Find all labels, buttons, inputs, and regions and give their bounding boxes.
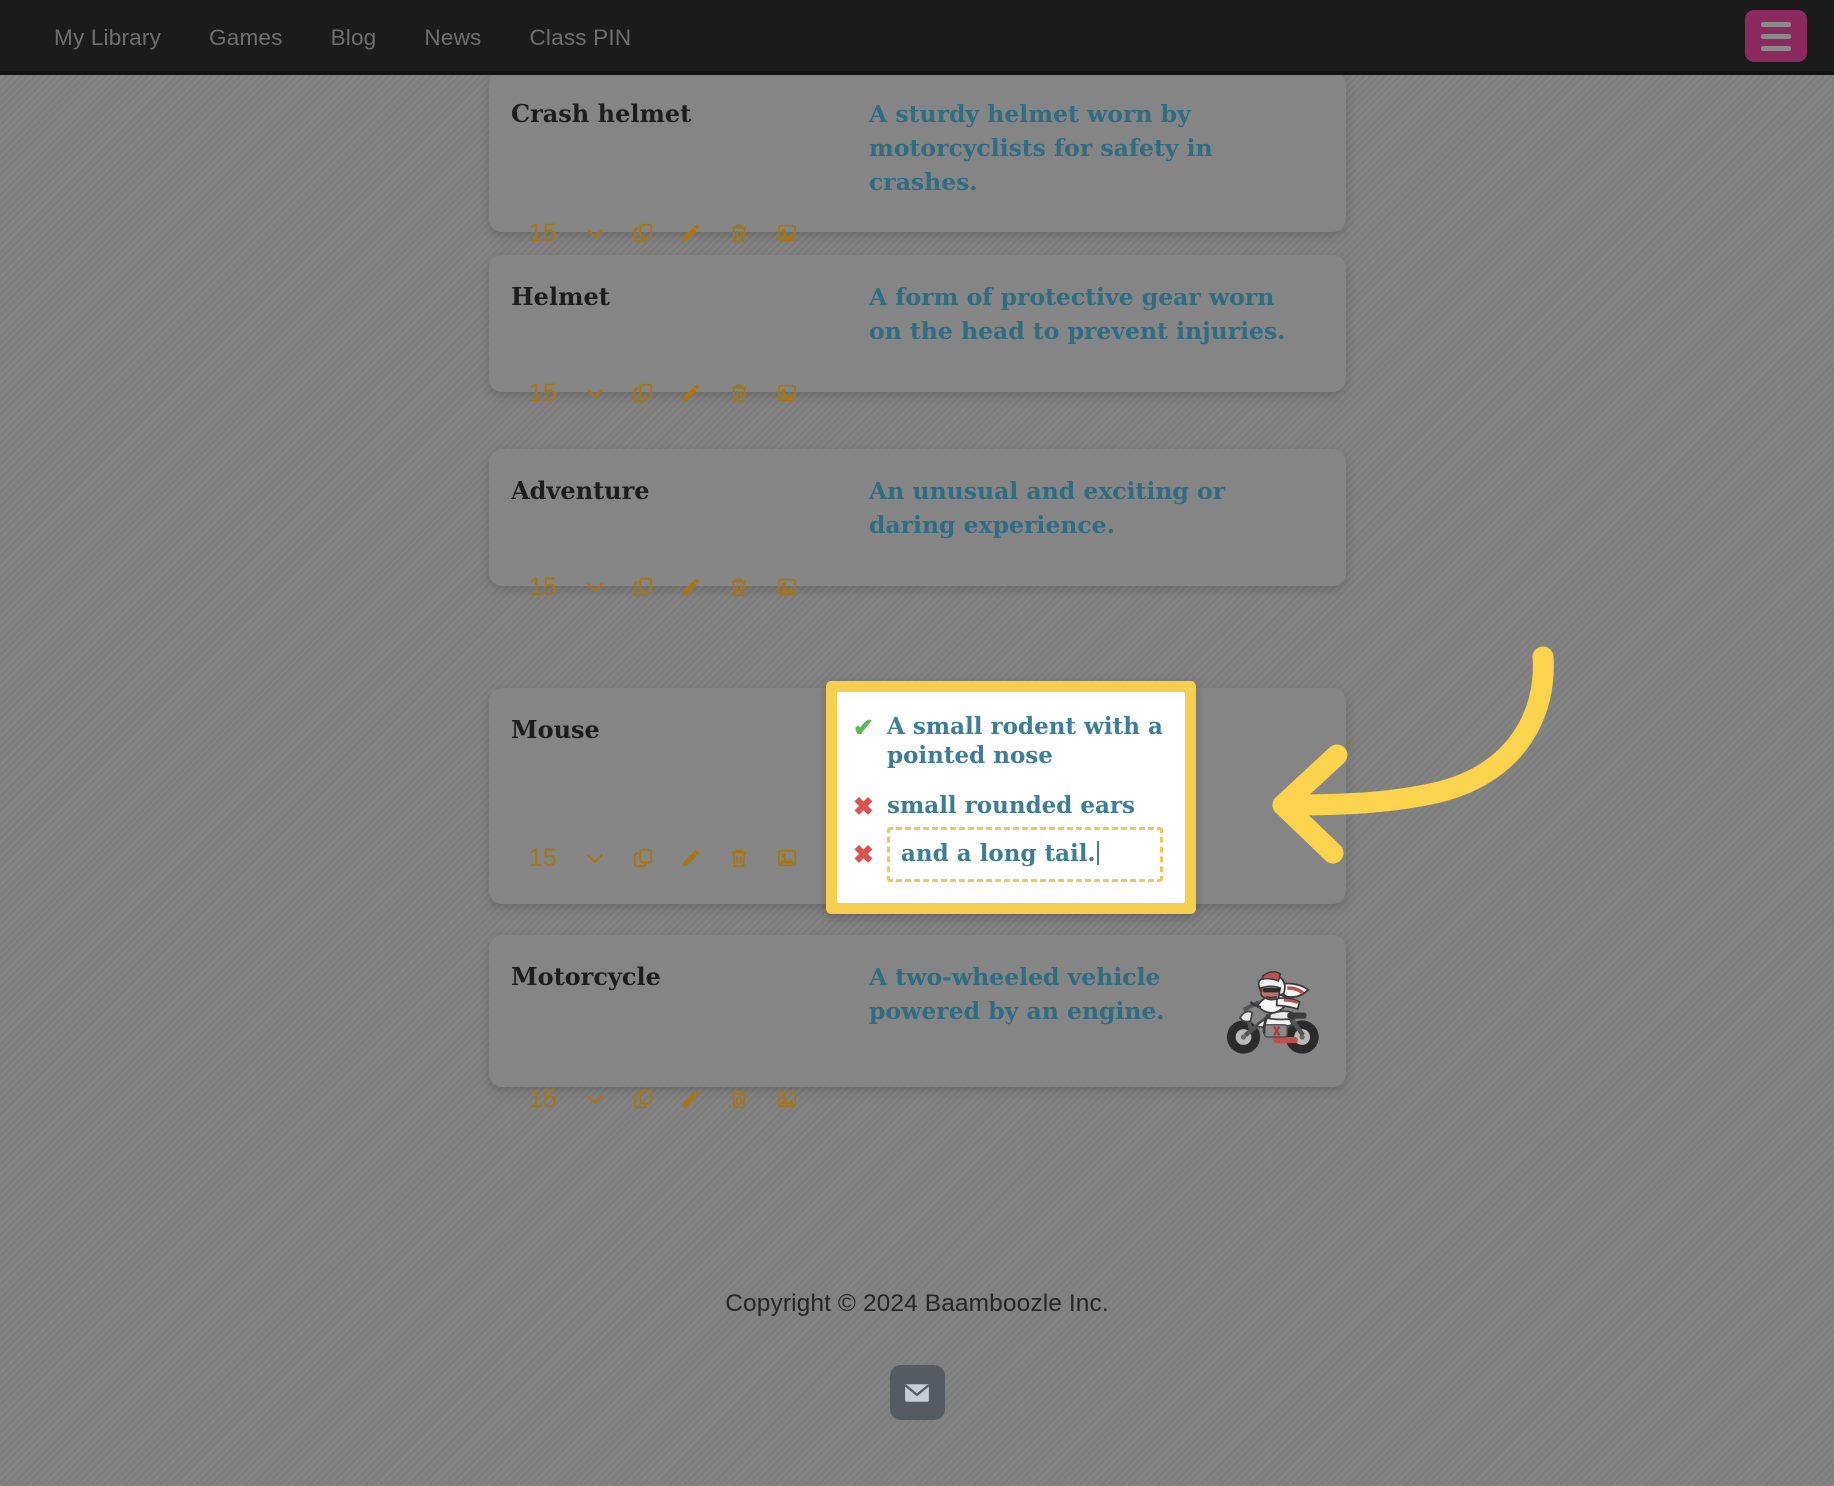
card-term: Helmet	[511, 282, 610, 311]
image-picture-icon[interactable]	[763, 567, 811, 607]
trash-delete-icon[interactable]	[715, 213, 763, 253]
pencil-edit-icon[interactable]	[667, 1079, 715, 1119]
points-count: 15	[529, 378, 557, 407]
definition-text-input[interactable]: and a long tail.	[887, 827, 1163, 882]
card-definition: A form of protective gear worn on the he…	[869, 283, 1286, 346]
top-navigation-bar: My Library Games Blog News Class PIN	[0, 0, 1834, 75]
definition-editor-popup[interactable]: ✔ A small rodent with a pointed nose ✖ s…	[826, 681, 1196, 914]
copy-icon[interactable]	[619, 373, 667, 413]
card-term: Motorcycle	[511, 962, 661, 991]
cross-mark-icon: ✖	[853, 792, 874, 821]
card-toolbar: 15	[489, 567, 1346, 629]
points-count: 15	[529, 572, 557, 601]
definition-editor-body: ✔ A small rodent with a pointed nose ✖ s…	[837, 692, 1185, 903]
image-picture-icon[interactable]	[763, 373, 811, 413]
image-picture-icon[interactable]	[763, 1079, 811, 1119]
copy-icon[interactable]	[619, 567, 667, 607]
hamburger-menu-icon	[1761, 33, 1791, 39]
card-definition: A sturdy helmet worn by motorcyclists fo…	[869, 100, 1213, 197]
main-nav-links: My Library Games Blog News Class PIN	[30, 15, 655, 61]
envelope-mail-icon	[905, 1383, 929, 1402]
nav-news[interactable]: News	[400, 15, 505, 61]
nav-my-library[interactable]: My Library	[30, 15, 185, 61]
nav-class-pin[interactable]: Class PIN	[505, 15, 655, 61]
page-footer: Copyright © 2024 Baamboozle Inc.	[0, 1290, 1834, 1420]
email-contact-button[interactable]	[889, 1365, 945, 1420]
pencil-edit-icon[interactable]	[667, 838, 715, 878]
table-row[interactable]: Crash helmet A sturdy helmet worn by mot…	[489, 72, 1346, 245]
table-row[interactable]: Helmet A form of protective gear worn on…	[489, 255, 1346, 405]
hamburger-menu-icon	[1761, 21, 1791, 27]
table-row[interactable]: Adventure An unusual and exciting or dar…	[489, 449, 1346, 599]
card-toolbar: 15	[489, 373, 1346, 435]
copy-icon[interactable]	[619, 213, 667, 253]
copy-icon[interactable]	[619, 1079, 667, 1119]
points-count: 15	[529, 843, 557, 872]
copyright-text: Copyright © 2024 Baamboozle Inc.	[725, 1290, 1109, 1317]
definition-row: ✖ small rounded ears	[853, 791, 1163, 820]
trash-delete-icon[interactable]	[715, 567, 763, 607]
hamburger-menu-button[interactable]	[1745, 10, 1807, 62]
card-term: Adventure	[511, 476, 650, 505]
copy-icon[interactable]	[619, 838, 667, 878]
pencil-edit-icon[interactable]	[667, 567, 715, 607]
table-row[interactable]: Motorcycle A two-wheeled vehicle powered…	[489, 935, 1346, 1111]
text-cursor	[1096, 841, 1099, 866]
trash-delete-icon[interactable]	[715, 838, 763, 878]
card-content: Motorcycle A two-wheeled vehicle powered…	[489, 935, 1346, 1065]
pencil-edit-icon[interactable]	[667, 373, 715, 413]
card-content: Helmet A form of protective gear worn on…	[489, 255, 1346, 359]
image-picture-icon[interactable]	[763, 213, 811, 253]
definition-line-text[interactable]: A small rodent with a pointed nose	[887, 712, 1163, 771]
definition-input-value: and a long tail.	[901, 840, 1096, 868]
chevron-down-icon[interactable]	[571, 838, 619, 878]
check-mark-icon: ✔	[853, 714, 874, 742]
hamburger-menu-icon	[1761, 45, 1791, 51]
pencil-edit-icon[interactable]	[667, 213, 715, 253]
card-content: Crash helmet A sturdy helmet worn by mot…	[489, 72, 1346, 199]
points-count: 15	[529, 1084, 557, 1113]
chevron-down-icon[interactable]	[571, 213, 619, 253]
trash-delete-icon[interactable]	[715, 373, 763, 413]
chevron-down-icon[interactable]	[571, 373, 619, 413]
cross-mark-icon: ✖	[853, 841, 874, 870]
motorcyclist-illustration	[1226, 971, 1319, 1054]
chevron-down-icon[interactable]	[571, 1079, 619, 1119]
points-count: 15	[529, 218, 557, 247]
card-content: Adventure An unusual and exciting or dar…	[489, 449, 1346, 553]
card-term: Mouse	[511, 715, 600, 744]
card-thumbnail	[1219, 960, 1324, 1065]
card-definition: An unusual and exciting or daring experi…	[869, 477, 1226, 540]
chevron-down-icon[interactable]	[571, 567, 619, 607]
card-definition: A two-wheeled vehicle powered by an engi…	[869, 963, 1165, 1026]
nav-games[interactable]: Games	[185, 15, 307, 61]
definition-row: ✔ A small rodent with a pointed nose	[853, 712, 1163, 771]
trash-delete-icon[interactable]	[715, 1079, 763, 1119]
definition-row-editing: ✖ and a long tail.	[853, 827, 1163, 882]
definition-line-text[interactable]: small rounded ears	[887, 791, 1163, 820]
image-picture-icon[interactable]	[763, 838, 811, 878]
nav-blog[interactable]: Blog	[307, 15, 401, 61]
card-term: Crash helmet	[511, 99, 692, 128]
card-toolbar: 15	[489, 1079, 1346, 1141]
